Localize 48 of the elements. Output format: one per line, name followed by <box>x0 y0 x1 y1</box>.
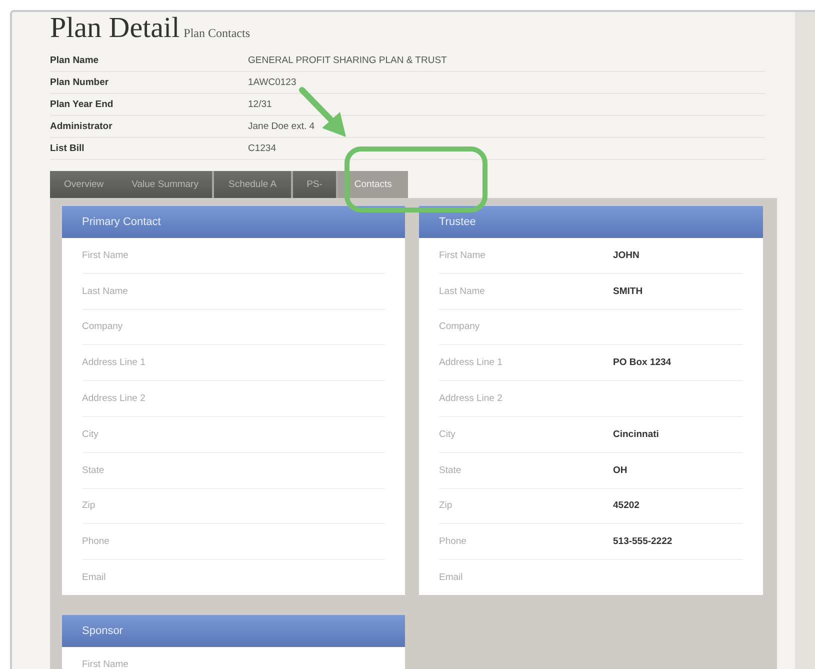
field-label: Last Name <box>82 286 129 297</box>
field-value: OH <box>613 464 628 476</box>
field-value: PO Box 1234 <box>613 357 672 368</box>
detail-label: List Bill <box>50 143 86 154</box>
field-label: Email <box>82 572 107 584</box>
page-subtitle: Plan Contacts <box>184 26 250 41</box>
detail-value: GENERAL PROFIT SHARING PLAN & TRUST <box>248 55 447 66</box>
field-label: City <box>439 428 456 440</box>
field-label: First Name <box>439 250 486 261</box>
field-label: Address Line 2 <box>439 393 504 404</box>
field-label: Address Line 1 <box>82 357 146 368</box>
tab[interactable]: Schedule A <box>212 171 291 198</box>
field-label: State <box>82 464 106 476</box>
field-label: Company <box>439 321 481 332</box>
tab[interactable]: Overview <box>50 171 118 198</box>
field-label: First Name <box>82 658 130 669</box>
detail-value: Jane Doe ext. 4 <box>248 121 315 132</box>
detail-label: Administrator <box>50 121 114 132</box>
field-label: Zip <box>439 500 454 512</box>
detail-label: Plan Number <box>50 77 110 88</box>
detail-label: Plan Year End <box>50 99 114 110</box>
detail-value: 12/31 <box>248 99 272 110</box>
field-label: Address Line 1 <box>439 357 504 368</box>
field-label: First Name <box>82 250 130 261</box>
card-header: Primary Contact <box>62 206 405 238</box>
field-label: Company <box>82 321 124 332</box>
card-header: Trustee <box>419 206 763 238</box>
field-label: Phone <box>439 536 468 548</box>
card-header: Sponsor <box>62 614 405 647</box>
field-value: SMITH <box>613 286 643 297</box>
field-label: Zip <box>82 500 96 512</box>
field-label: Email <box>439 572 464 584</box>
detail-label: Plan Name <box>50 55 100 66</box>
page-title: Plan Detail <box>50 12 180 45</box>
field-label: City <box>82 428 100 440</box>
field-label: Last Name <box>439 286 486 297</box>
detail-value: C1234 <box>248 143 276 154</box>
field-label: State <box>439 464 462 476</box>
field-value: JOHN <box>613 250 640 261</box>
field-value: 45202 <box>613 500 640 512</box>
field-label: Address Line 2 <box>82 393 146 404</box>
field-value: Cincinnati <box>613 428 659 440</box>
tab[interactable]: Contacts <box>336 171 408 198</box>
field-value: 513-555-2222 <box>613 536 672 548</box>
field-label: Phone <box>82 536 110 548</box>
tab[interactable]: Value Summary <box>118 171 212 198</box>
detail-value: 1AWC0123 <box>248 77 296 88</box>
tab[interactable]: PS- <box>290 171 336 198</box>
